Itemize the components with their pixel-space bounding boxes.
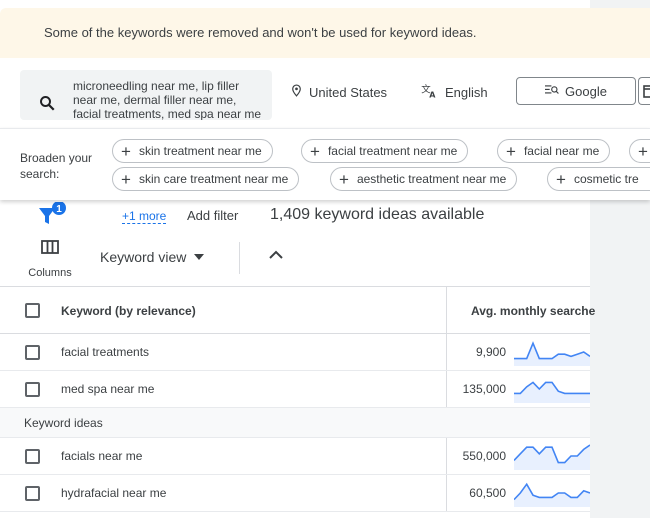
keyword-cell: med spa near me [61, 382, 155, 396]
keyword-table: Keyword (by relevance) Avg. monthly sear… [0, 286, 595, 512]
svg-text:A: A [429, 91, 436, 99]
row-checkbox[interactable] [25, 345, 40, 360]
keyword-view-label: Keyword view [100, 249, 187, 265]
column-divider [446, 287, 447, 333]
trend-sparkline [514, 341, 590, 366]
broaden-chip[interactable]: + facial near me [497, 139, 611, 163]
select-all-checkbox[interactable] [25, 303, 40, 318]
column-divider [446, 334, 447, 370]
sparkline-area [514, 343, 590, 366]
chip-label: skin care treatment near me [138, 172, 289, 186]
chip-label: skin treatment near me [138, 144, 262, 158]
plus-icon: + [638, 141, 648, 161]
search-settings-row: microneedling near me, lip filler near m… [0, 58, 650, 128]
avg-searches-cell: 60,500 [469, 486, 506, 500]
caret-down-icon [194, 254, 205, 260]
broaden-label: Broaden your search: [20, 151, 93, 181]
column-divider [446, 438, 447, 474]
columns-label: Columns [28, 267, 72, 279]
row-checkbox[interactable] [25, 486, 40, 501]
plus-icon: + [310, 141, 320, 161]
section-label: Keyword ideas [24, 416, 103, 430]
plus-icon: + [506, 141, 516, 161]
table-row: facials near me 550,000 [0, 438, 590, 475]
filter-icon[interactable]: 1 [38, 201, 68, 235]
toolbar-divider [239, 242, 240, 274]
view-controls-row: Columns Keyword view [0, 232, 590, 286]
filter-row: 1 +1 more Add filter 1,409 keyword ideas… [0, 200, 590, 232]
keyword-cell: facials near me [61, 449, 143, 463]
broaden-chip[interactable]: + cosmetic tre [547, 167, 650, 191]
table-row: facial treatments 9,900 [0, 334, 590, 371]
language-selector[interactable]: 文A English [421, 83, 488, 102]
keywords-text: microneedling near me, lip filler near m… [73, 79, 262, 120]
more-filters-link[interactable]: +1 more [122, 209, 167, 224]
keyword-cell: hydrafacial near me [61, 486, 167, 500]
columns-button[interactable]: Columns [22, 240, 78, 279]
location-label: United States [309, 84, 388, 100]
row-checkbox[interactable] [25, 449, 40, 464]
table-header: Keyword (by relevance) Avg. monthly sear… [0, 286, 595, 334]
broaden-chip[interactable]: + skin care treatment near me [112, 167, 300, 191]
keyword-cell: facial treatments [61, 345, 150, 359]
table-row: hydrafacial near me 60,500 [0, 475, 590, 512]
notification-banner: Some of the keywords were removed and wo… [0, 8, 650, 58]
plus-icon: + [121, 141, 131, 161]
plus-icon: + [339, 169, 349, 189]
search-icon [38, 94, 56, 117]
broaden-chip[interactable]: + facial treatment near me [301, 139, 469, 163]
location-pin-icon [290, 83, 303, 101]
broaden-search-panel: Broaden your search: + skin treatment nea… [0, 128, 650, 200]
trend-sparkline [514, 444, 590, 470]
broaden-chip[interactable]: + aesthetic treatment near me [330, 167, 518, 191]
avg-searches-cell: 135,000 [462, 382, 506, 396]
keyword-ideas-count: 1,409 keyword ideas available [270, 206, 485, 223]
banner-message: Some of the keywords were removed and wo… [44, 25, 477, 40]
add-filter-button[interactable]: Add filter [187, 208, 238, 223]
table-row: med spa near me 135,000 [0, 371, 590, 408]
broaden-chip[interactable]: + skin treatment near me [112, 139, 273, 163]
chip-label: facial treatment near me [327, 144, 458, 158]
search-network-icon [545, 84, 559, 99]
language-label: English [445, 85, 488, 100]
plus-icon: + [121, 169, 131, 189]
section-header: Keyword ideas [0, 408, 590, 438]
row-checkbox[interactable] [25, 382, 40, 397]
collapse-button[interactable] [268, 248, 284, 266]
chip-label: aesthetic treatment near me [356, 172, 507, 186]
avg-searches-cell: 550,000 [462, 449, 506, 463]
broaden-chip[interactable]: + [629, 139, 650, 163]
avg-searches-cell: 9,900 [475, 345, 506, 359]
chevron-up-icon [269, 250, 283, 259]
column-divider [446, 371, 447, 407]
side-panel-background [590, 200, 650, 518]
column-header-keyword[interactable]: Keyword (by relevance) [61, 304, 196, 318]
trend-sparkline [514, 482, 590, 507]
plus-icon: + [556, 169, 566, 189]
keywords-input[interactable]: microneedling near me, lip filler near m… [20, 70, 272, 120]
location-selector[interactable]: United States [290, 83, 387, 101]
chip-label: facial near me [523, 144, 600, 158]
filter-badge-count: 1 [56, 204, 62, 215]
translate-icon: 文A [421, 83, 439, 102]
chip-label: cosmetic tre [573, 172, 639, 186]
calendar-icon [643, 85, 650, 98]
search-network-button[interactable]: Google [516, 77, 636, 105]
search-network-label: Google [565, 83, 607, 99]
columns-icon [41, 240, 59, 254]
column-header-avg-searches[interactable]: Avg. monthly searche [471, 304, 595, 318]
keyword-view-dropdown[interactable]: Keyword view [100, 249, 205, 265]
column-divider [446, 475, 447, 511]
trend-sparkline [514, 381, 590, 403]
date-range-button[interactable] [638, 77, 650, 105]
